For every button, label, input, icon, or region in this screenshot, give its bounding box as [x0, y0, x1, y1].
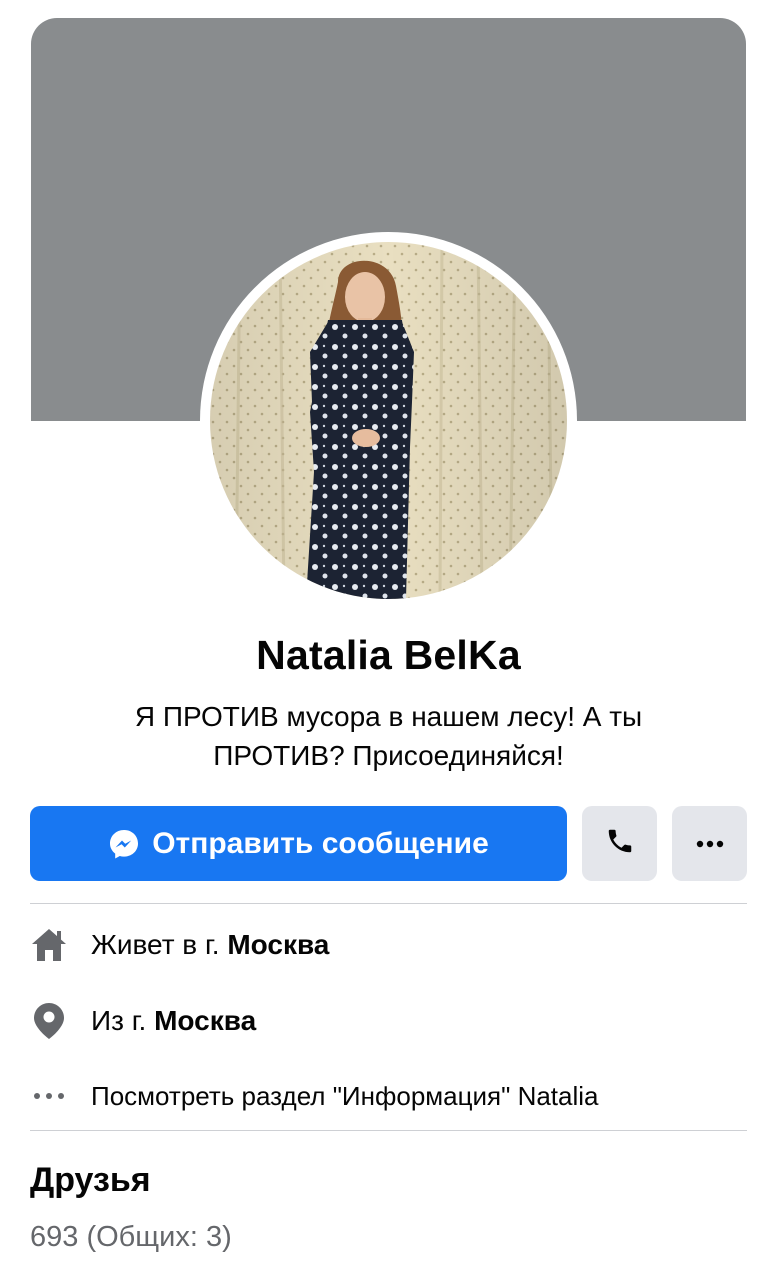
friends-heading[interactable]: Друзья: [30, 1161, 151, 1200]
info-see-about[interactable]: Посмотреть раздел "Информация" Natalia: [30, 1071, 747, 1121]
see-about-link[interactable]: Посмотреть раздел "Информация" Natalia: [91, 1081, 599, 1112]
divider-top: [30, 903, 747, 904]
profile-picture[interactable]: [210, 242, 567, 599]
call-button[interactable]: [582, 806, 657, 881]
friends-count: 693 (Общих: 3): [30, 1221, 232, 1253]
lives-in-text: Живет в г. Москва: [91, 929, 329, 961]
messenger-icon: [108, 828, 140, 860]
profile-name: Natalia BelKa: [256, 632, 521, 678]
profile-bio: Я ПРОТИВ мусора в нашем лесу! А ты ПРОТИ…: [60, 697, 717, 775]
location-pin-icon: [30, 1002, 68, 1040]
send-message-label: Отправить сообщение: [152, 826, 489, 860]
phone-icon: [605, 826, 635, 861]
from-city[interactable]: Москва: [154, 1005, 256, 1036]
more-dots-icon: [696, 835, 724, 853]
from-prefix: Из г.: [91, 1005, 155, 1036]
lives-in-city[interactable]: Москва: [227, 929, 329, 960]
profile-actions: Отправить сообщение: [30, 806, 747, 881]
bio-line-2: ПРОТИВ? Присоединяйся!: [213, 740, 564, 771]
from-text: Из г. Москва: [91, 1005, 256, 1037]
lives-in-prefix: Живет в г.: [91, 929, 228, 960]
ellipsis-icon: [30, 1077, 68, 1115]
bio-line-1: Я ПРОТИВ мусора в нашем лесу! А ты: [134, 701, 643, 732]
divider-bottom: [30, 1130, 747, 1131]
send-message-button[interactable]: Отправить сообщение: [30, 806, 567, 881]
home-icon: [30, 926, 68, 964]
info-lives-in[interactable]: Живет в г. Москва: [30, 920, 747, 970]
info-from[interactable]: Из г. Москва: [30, 996, 747, 1046]
more-options-button[interactable]: [672, 806, 747, 881]
profile-picture-frame[interactable]: [200, 232, 577, 609]
